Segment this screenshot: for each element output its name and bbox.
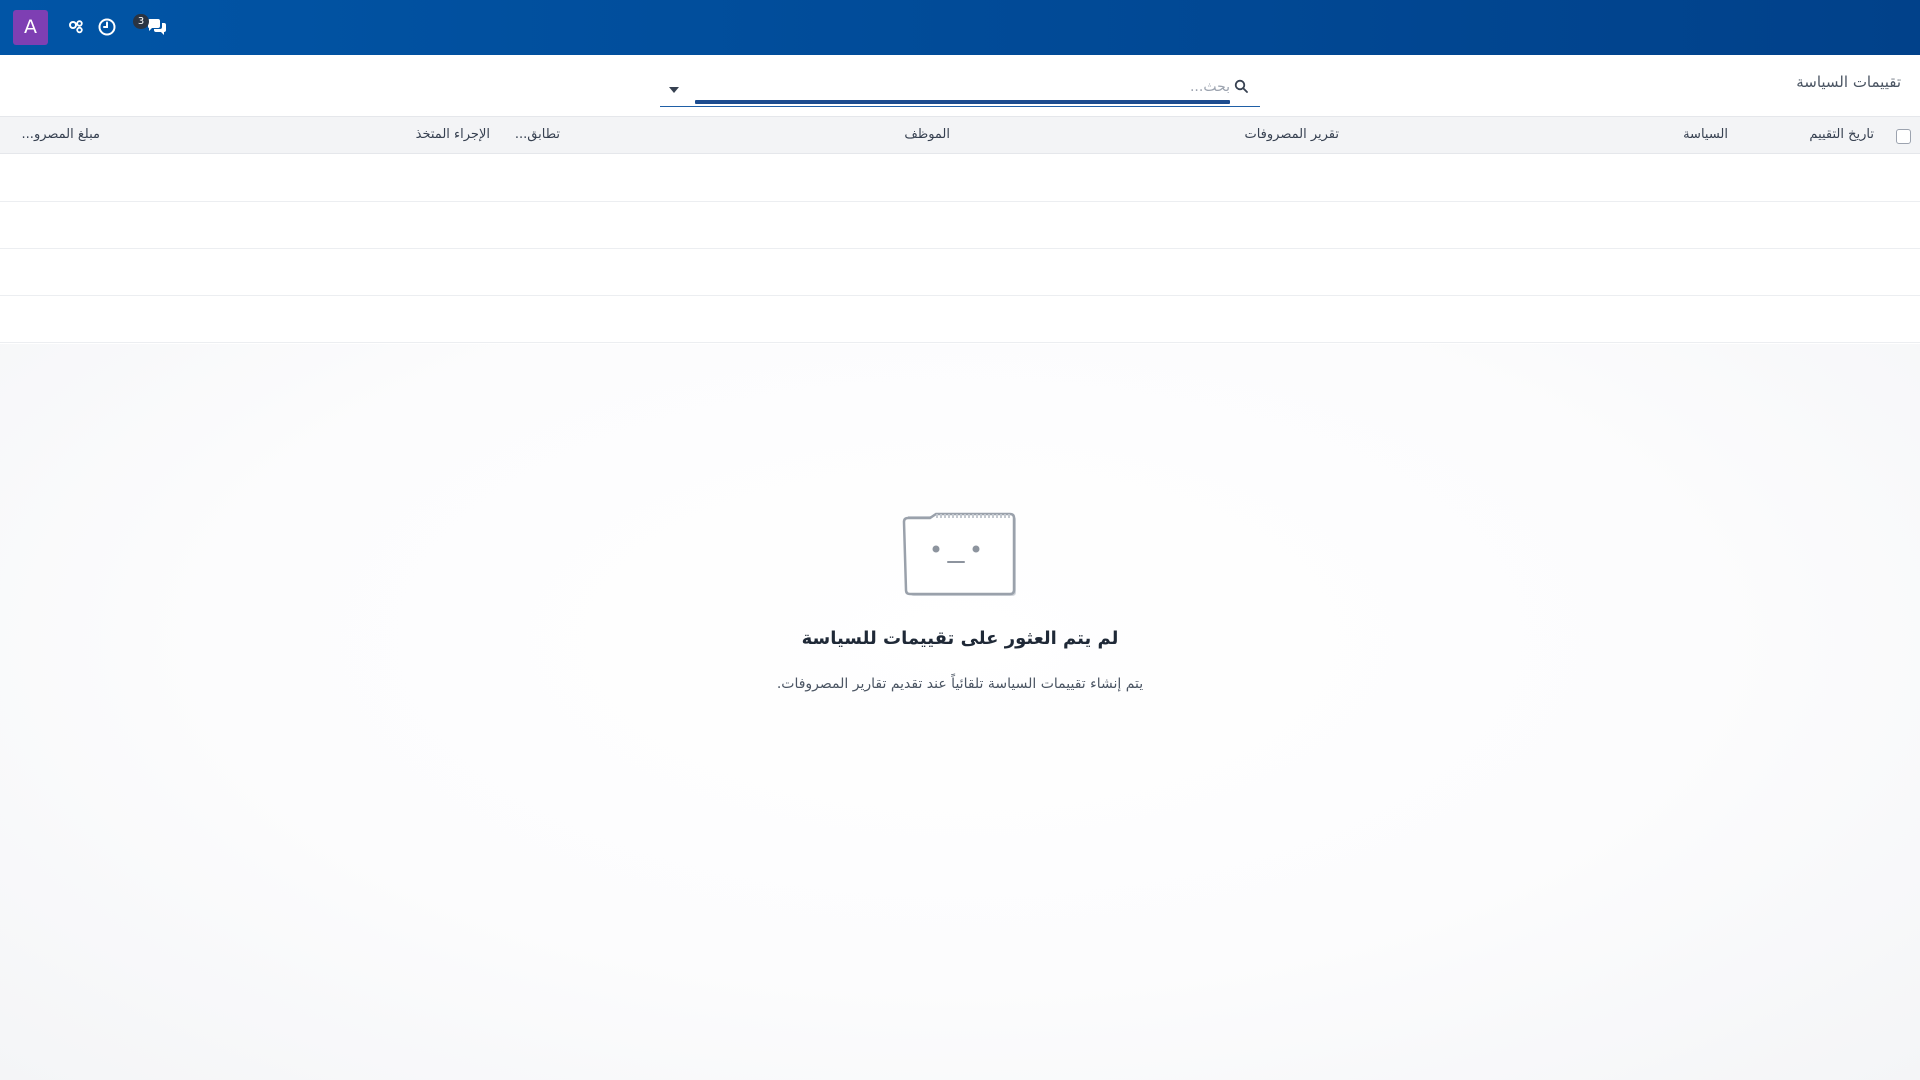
empty-state-description: يتم إنشاء تقييمات السياسة تلقائياً عند ت… (776, 676, 1144, 692)
column-header-evaluation-date[interactable]: تاريخ التقييم (1809, 127, 1874, 142)
table-header: تاريخ التقييم السياسة تقرير المصروفات ال… (0, 117, 1920, 154)
chat-badge: 3 (133, 14, 149, 29)
user-avatar[interactable]: A (13, 10, 48, 45)
clock-icon[interactable] (95, 15, 119, 39)
table-row (0, 202, 1920, 249)
caret-down-icon (669, 78, 679, 97)
control-panel: تقييمات السياسة (0, 55, 1920, 117)
table-row (0, 249, 1920, 296)
top-navbar: A 3 (0, 0, 1920, 55)
breadcrumb[interactable]: تقييمات السياسة (1796, 73, 1901, 91)
column-header-match[interactable]: تطابق... (515, 127, 560, 142)
empty-state-title: لم يتم العثور على تقييمات للسياسة (801, 628, 1119, 649)
search-bar (660, 67, 1260, 107)
column-header-action-taken[interactable]: الإجراء المتخذ (416, 127, 490, 142)
column-header-policy[interactable]: السياسة (1683, 127, 1728, 142)
search-input[interactable] (695, 75, 1230, 99)
search-focus-underline (695, 100, 1230, 104)
table-row (0, 155, 1920, 202)
select-all-checkbox[interactable] (1896, 129, 1911, 144)
column-header-expense-amount[interactable]: مبلغ المصرو... (22, 127, 100, 142)
people-icon[interactable] (64, 15, 88, 39)
column-header-employee[interactable]: الموظف (904, 127, 950, 142)
empty-state-background (0, 344, 1920, 1080)
empty-folder-icon (900, 510, 1020, 600)
search-options-toggle[interactable] (660, 73, 688, 101)
column-header-expense-report[interactable]: تقرير المصروفات (1244, 127, 1339, 142)
table-row (0, 296, 1920, 343)
search-icon[interactable] (1234, 78, 1250, 94)
